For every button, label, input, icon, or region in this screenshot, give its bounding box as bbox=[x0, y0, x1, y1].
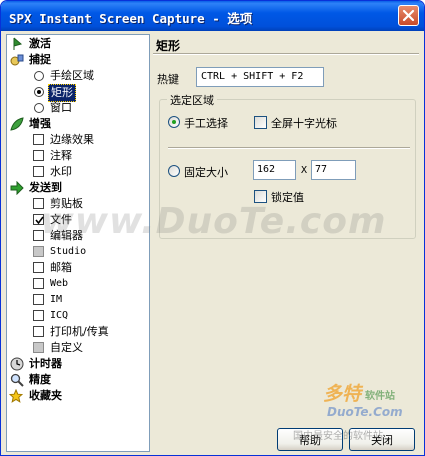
window-title: SPX Instant Screen Capture - 选项 bbox=[9, 11, 253, 26]
icq-checkbox[interactable] bbox=[33, 310, 44, 321]
lock-value-checkbox[interactable] bbox=[254, 190, 267, 203]
tree-label: 窗口 bbox=[50, 101, 72, 114]
tree-label: 边缘效果 bbox=[50, 133, 94, 146]
manual-select-label: 手工选择 bbox=[184, 117, 228, 130]
timer-icon bbox=[10, 357, 24, 371]
window-radio[interactable] bbox=[34, 103, 44, 113]
logo-text: 多特 bbox=[323, 383, 362, 405]
tree-label: 增强 bbox=[29, 117, 51, 130]
studio-checkbox[interactable] bbox=[33, 246, 44, 257]
height-input[interactable]: 77 bbox=[311, 160, 356, 180]
activate-icon bbox=[13, 37, 23, 50]
printer-checkbox[interactable] bbox=[33, 326, 44, 337]
manual-select-radio[interactable] bbox=[168, 116, 180, 128]
tree-label: 邮箱 bbox=[50, 261, 72, 274]
im-checkbox[interactable] bbox=[33, 294, 44, 305]
site-logo-watermark: 多特 软件站 DuoTe.Com bbox=[323, 379, 423, 429]
help-button[interactable]: 帮助 bbox=[277, 428, 343, 451]
hotkey-label: 热键 bbox=[157, 73, 179, 86]
tree-label: Web bbox=[50, 278, 69, 289]
arrow-right-icon bbox=[10, 181, 24, 195]
tree-label: 编辑器 bbox=[50, 229, 83, 242]
fixed-size-radio[interactable] bbox=[168, 165, 180, 177]
edge-effect-checkbox[interactable] bbox=[33, 134, 44, 145]
leaf-icon bbox=[10, 117, 24, 131]
file-checkbox[interactable] bbox=[33, 214, 44, 225]
tree-label: 激活 bbox=[29, 37, 51, 50]
close-icon bbox=[402, 9, 415, 22]
tree-label: 水印 bbox=[50, 165, 72, 178]
tree-label: 发送到 bbox=[29, 181, 62, 194]
capture-icon bbox=[10, 54, 24, 66]
tree-label: 计时器 bbox=[29, 357, 62, 370]
hotkey-input[interactable]: CTRL + SHIFT + F2 bbox=[196, 67, 324, 87]
tree-label: IM bbox=[50, 294, 63, 305]
size-separator: X bbox=[301, 165, 308, 176]
tree-label: Studio bbox=[50, 246, 87, 257]
width-input[interactable]: 162 bbox=[253, 160, 296, 180]
tree-label: 捕捉 bbox=[29, 53, 51, 66]
watermark-checkbox[interactable] bbox=[33, 166, 44, 177]
tree-label: 文件 bbox=[50, 213, 72, 226]
tree-label: 打印机/传真 bbox=[50, 325, 109, 338]
panel-title: 矩形 bbox=[156, 39, 181, 53]
title-divider bbox=[153, 53, 419, 55]
magnifier-icon bbox=[10, 373, 24, 387]
group-title: 选定区域 bbox=[167, 92, 217, 108]
rectangle-radio[interactable] bbox=[34, 87, 44, 97]
logo-subtext: 软件站 bbox=[365, 391, 395, 402]
clipboard-checkbox[interactable] bbox=[33, 198, 44, 209]
fixed-size-label: 固定大小 bbox=[184, 166, 228, 179]
tree-label: 注释 bbox=[50, 149, 72, 162]
tree-label: ICQ bbox=[50, 310, 69, 321]
close-window-button[interactable] bbox=[398, 5, 419, 26]
logo-url: DuoTe.Com bbox=[327, 405, 403, 419]
lock-value-label: 锁定值 bbox=[271, 191, 304, 204]
fullscreen-crosshair-label: 全屏十字光标 bbox=[271, 117, 337, 130]
tree-label: 精度 bbox=[29, 373, 51, 386]
tree-label: 剪贴板 bbox=[50, 197, 83, 210]
custom-checkbox[interactable] bbox=[33, 342, 44, 353]
check-icon bbox=[35, 216, 44, 225]
tree-label: 收藏夹 bbox=[29, 389, 62, 402]
annotation-checkbox[interactable] bbox=[33, 150, 44, 161]
tree-label: 自定义 bbox=[50, 341, 83, 354]
tree-label: 手绘区域 bbox=[50, 69, 94, 82]
star-icon bbox=[9, 389, 23, 403]
group-separator bbox=[168, 147, 410, 149]
fullscreen-crosshair-checkbox[interactable] bbox=[254, 116, 267, 129]
close-button[interactable]: 关闭 bbox=[349, 428, 415, 451]
options-dialog: SPX Instant Screen Capture - 选项 激活 捕捉 手绘… bbox=[0, 0, 425, 456]
freehand-radio[interactable] bbox=[34, 71, 44, 81]
web-checkbox[interactable] bbox=[33, 278, 44, 289]
editor-checkbox[interactable] bbox=[33, 230, 44, 241]
options-tree[interactable]: 激活 捕捉 手绘区域 矩形 窗口 增强 边缘效果 注释 水印 发送到 剪贴板 文… bbox=[6, 34, 150, 452]
title-bar[interactable]: SPX Instant Screen Capture - 选项 bbox=[1, 1, 424, 31]
email-checkbox[interactable] bbox=[33, 262, 44, 273]
